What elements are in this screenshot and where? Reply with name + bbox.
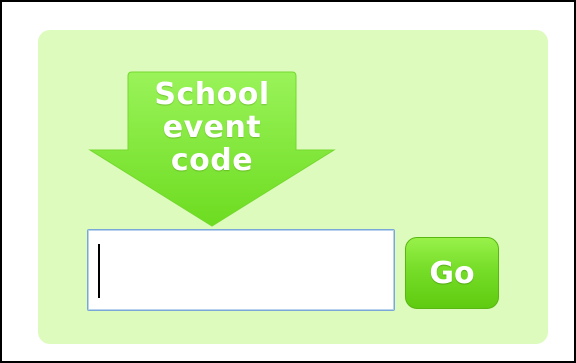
event-code-prompt: School event code	[118, 78, 306, 177]
event-code-input[interactable]	[87, 229, 395, 311]
prompt-line-3: code	[170, 143, 254, 178]
prompt-line-1: School	[154, 77, 270, 112]
text-cursor	[98, 244, 100, 298]
prompt-line-2: event	[162, 110, 262, 145]
go-button[interactable]: Go	[405, 237, 499, 309]
